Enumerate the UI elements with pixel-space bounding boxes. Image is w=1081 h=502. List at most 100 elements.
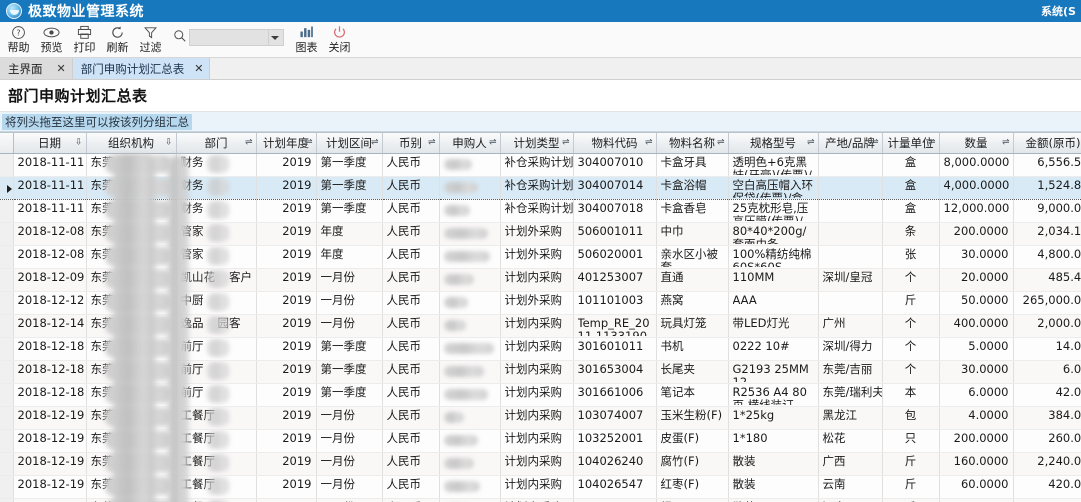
cell-org[interactable]: 东莞	[86, 360, 177, 384]
cell-dept[interactable]: 财务	[176, 199, 257, 223]
cell-year[interactable]: 2019	[256, 199, 317, 223]
sort-indicator-icon[interactable]: ⇌	[645, 138, 653, 147]
row-indicator-cell[interactable]	[0, 452, 14, 476]
toolbar-button-preview[interactable]: 预览	[35, 22, 68, 57]
cell-period[interactable]: 第一季度	[316, 337, 383, 361]
cell-origin[interactable]: 广州	[818, 314, 883, 338]
cell-year[interactable]: 2019	[256, 383, 317, 407]
cell-unit[interactable]: 张	[882, 245, 940, 269]
cell-mat_code[interactable]: 304007018	[573, 199, 657, 223]
cell-qty[interactable]: 600.0000	[939, 498, 1014, 502]
toolbar-button-help[interactable]: ? 帮助	[2, 22, 35, 57]
grid-header-cell-8[interactable]: 物料代码 ⇌	[573, 133, 657, 154]
cell-qty[interactable]: 30.0000	[939, 360, 1014, 384]
grid-header-cell-9[interactable]: 物料名称 ⇌	[656, 133, 729, 154]
cell-plan_type[interactable]: 计划外采购	[500, 291, 574, 315]
cell-qty[interactable]: 4,000.0000	[939, 175, 1014, 200]
sort-indicator-icon[interactable]: ⇌	[305, 138, 313, 147]
cell-origin[interactable]: 东莞/吉丽	[818, 360, 883, 384]
cell-unit[interactable]: 个	[882, 360, 940, 384]
cell-qty[interactable]: 12,000.000	[939, 199, 1014, 223]
cell-spec[interactable]: 1*25kg	[728, 406, 819, 430]
cell-amt_orig[interactable]: 42.00	[1013, 383, 1081, 407]
cell-buyer[interactable]	[439, 383, 501, 407]
grid-header-cell-10[interactable]: 规格型号 ⇌	[728, 133, 819, 154]
cell-buyer[interactable]	[439, 337, 501, 361]
cell-mat_name[interactable]: 玩具灯笼	[656, 314, 729, 338]
cell-buyer[interactable]	[439, 314, 501, 338]
cell-spec[interactable]: R2536 A4 80页 横线装订	[728, 383, 819, 407]
sort-indicator-icon[interactable]: ⇌	[928, 138, 936, 147]
cell-plan_type[interactable]: 计划内采购	[500, 406, 574, 430]
sort-indicator-icon[interactable]: ⇩	[165, 138, 173, 147]
row-indicator-cell[interactable]	[0, 222, 14, 246]
cell-period[interactable]: 第一季度	[316, 153, 383, 177]
cell-buyer[interactable]	[439, 360, 501, 384]
cell-plan_type[interactable]: 计划外采购	[500, 245, 574, 269]
cell-period[interactable]: 一月份	[316, 475, 383, 499]
sort-indicator-icon[interactable]: ⇌	[245, 138, 253, 147]
cell-year[interactable]: 2019	[256, 268, 317, 292]
cell-dept[interactable]: 工餐厅	[176, 475, 257, 499]
cell-unit[interactable]: 斤	[882, 475, 940, 499]
cell-mat_code[interactable]: 104026555	[573, 498, 657, 502]
cell-unit[interactable]: 条	[882, 222, 940, 246]
cell-buyer[interactable]	[439, 245, 501, 269]
cell-mat_code[interactable]: 101101003	[573, 291, 657, 315]
cell-qty[interactable]: 160.0000	[939, 452, 1014, 476]
table-row[interactable]: 2018-12-19 东莞 工餐厅 2019 一月份 人民币 计划内采购 103074007 玉…	[0, 406, 1081, 430]
cell-buyer[interactable]	[439, 222, 501, 246]
cell-mat_name[interactable]: 玉米生粉(F)	[656, 406, 729, 430]
toolbar-button-filter[interactable]: 过滤	[134, 22, 167, 57]
table-row[interactable]: 2018-12-18 东莞 前厅 2019 第一季度 人民币 计划内采购 301661006 笔…	[0, 383, 1081, 407]
cell-amt_orig[interactable]: 1,524.82	[1013, 175, 1081, 200]
cell-unit[interactable]: 斤	[882, 498, 940, 502]
cell-org[interactable]: 东莞	[86, 337, 177, 361]
cell-year[interactable]: 2019	[256, 314, 317, 338]
cell-year[interactable]: 2019	[256, 360, 317, 384]
cell-year[interactable]: 2019	[256, 245, 317, 269]
cell-mat_code[interactable]: 506001011	[573, 222, 657, 246]
cell-buyer[interactable]	[439, 429, 501, 453]
table-row[interactable]: 2018-12-09 东莞 凯山花 客户 2019 一月份 人民币 计划内采购 40125300…	[0, 268, 1081, 292]
cell-org[interactable]: 东莞	[86, 268, 177, 292]
cell-origin[interactable]: 松花	[818, 429, 883, 453]
table-row[interactable]: 2018-12-14 东莞 逸品 园客 2019 一月份 人民币 计划内采购 Temp_RE_2…	[0, 314, 1081, 338]
table-row[interactable]: 2018-12-19 东莞 工餐厅 2019 一月份 人民币 计划内采购 104026547 红…	[0, 475, 1081, 499]
cell-unit[interactable]: 斤	[882, 452, 940, 476]
cell-currency[interactable]: 人民币	[382, 175, 440, 200]
row-indicator-cell[interactable]	[0, 475, 14, 499]
cell-mat_name[interactable]: 皮蛋(F)	[656, 429, 729, 453]
cell-dept[interactable]: 中厨	[176, 291, 257, 315]
cell-spec[interactable]: 带LED灯光	[728, 314, 819, 338]
cell-year[interactable]: 2019	[256, 291, 317, 315]
cell-buyer[interactable]	[439, 268, 501, 292]
cell-spec[interactable]: G2193 25MM 12	[728, 360, 819, 384]
table-row[interactable]: 2018-11-11 东莞 财务 2019 第一季度 人民币 补仓采购计划 304007010…	[0, 153, 1081, 177]
cell-plan_type[interactable]: 补仓采购计划	[500, 175, 574, 200]
cell-mat_code[interactable]: 104026547	[573, 475, 657, 499]
cell-date[interactable]: 2018-12-08	[13, 245, 87, 269]
cell-plan_type[interactable]: 计划内采购	[500, 314, 574, 338]
grid-header-cell-4[interactable]: 计划区间 ⇌	[316, 133, 383, 154]
cell-date[interactable]: 2018-12-18	[13, 383, 87, 407]
row-indicator-cell[interactable]	[0, 199, 14, 223]
cell-origin[interactable]: 东莞/瑞利夫	[818, 383, 883, 407]
cell-date[interactable]: 2018-11-11	[13, 199, 87, 223]
cell-buyer[interactable]	[439, 175, 501, 200]
cell-qty[interactable]: 200.0000	[939, 222, 1014, 246]
cell-buyer[interactable]	[439, 199, 501, 223]
cell-org[interactable]: 东莞	[86, 153, 177, 177]
cell-spec[interactable]: 空白高压帽入环保袋(传票)/盒	[728, 175, 819, 200]
cell-origin[interactable]	[818, 199, 883, 223]
grid-header-cell-6[interactable]: 申购人 ⇌	[439, 133, 501, 154]
table-row[interactable]: 2018-12-19 东莞 工餐厅 2019 一月份 人民币 计划内采购 104026240 腐…	[0, 452, 1081, 476]
cell-org[interactable]: 东莞	[86, 314, 177, 338]
cell-plan_type[interactable]: 计划内采购	[500, 429, 574, 453]
cell-date[interactable]: 2018-12-19	[13, 475, 87, 499]
cell-spec[interactable]: 散装	[728, 475, 819, 499]
cell-buyer[interactable]	[439, 153, 501, 177]
cell-spec[interactable]: 1*180	[728, 429, 819, 453]
cell-date[interactable]: 2018-12-19	[13, 498, 87, 502]
row-indicator-cell[interactable]	[0, 314, 14, 338]
